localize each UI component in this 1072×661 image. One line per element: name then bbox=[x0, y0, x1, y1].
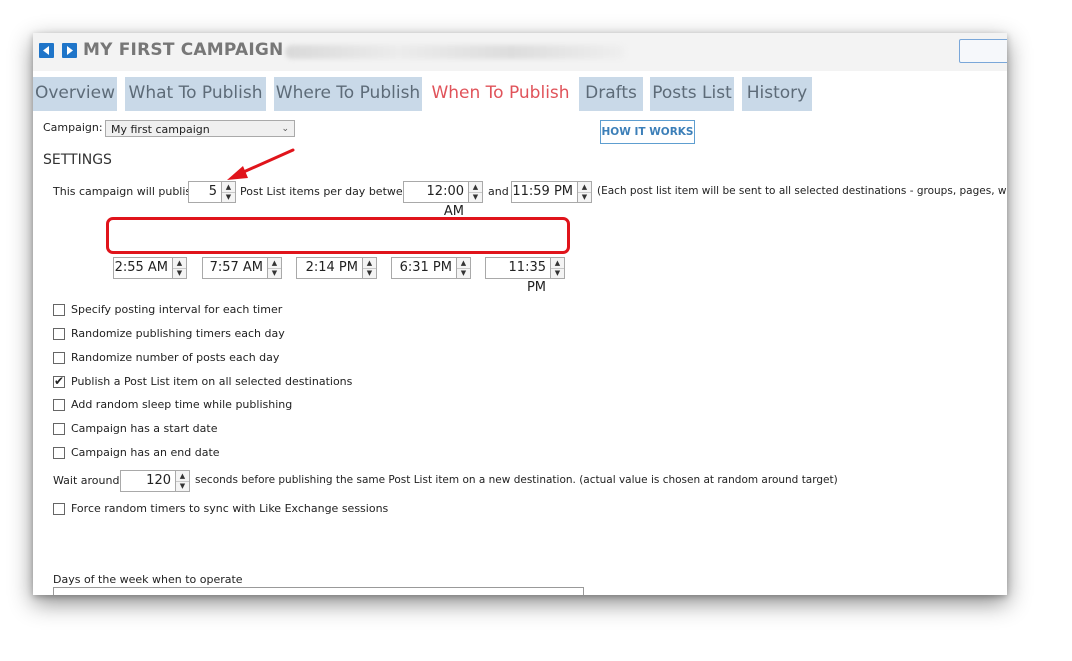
checkmark-icon: ✔ bbox=[54, 374, 65, 388]
posts-per-day-spinner[interactable]: 5 ▲ ▼ bbox=[188, 181, 236, 203]
spin-down-icon[interactable]: ▼ bbox=[469, 192, 482, 202]
checkbox-label: Specify posting interval for each timer bbox=[71, 303, 283, 316]
wait-suffix: seconds before publishing the same Post … bbox=[195, 474, 838, 486]
checkbox-label: Randomize number of posts each day bbox=[71, 351, 280, 364]
checkbox[interactable] bbox=[53, 352, 65, 364]
spinner-arrows: ▲ ▼ bbox=[577, 181, 592, 203]
checkbox-label: Randomize publishing timers each day bbox=[71, 327, 285, 340]
spinner-arrows: ▲ ▼ bbox=[221, 181, 236, 203]
schedule-note: (Each post list item will be sent to all… bbox=[597, 185, 1007, 197]
checkbox-label: Publish a Post List item on all selected… bbox=[71, 375, 353, 388]
timers-highlight-box bbox=[106, 217, 570, 254]
checkbox-checked[interactable]: ✔ bbox=[53, 374, 65, 388]
tab-where-to-publish[interactable]: Where To Publish bbox=[274, 77, 422, 111]
schedule-middle: Post List items per day between bbox=[240, 185, 417, 198]
tab-what-to-publish[interactable]: What To Publish bbox=[125, 77, 266, 111]
timer-spinner[interactable]: 2:14 PM ▲ ▼ bbox=[296, 257, 377, 279]
spin-down-icon[interactable]: ▼ bbox=[578, 192, 591, 202]
checkbox-label: Campaign has a start date bbox=[71, 422, 218, 435]
checkbox[interactable] bbox=[53, 503, 65, 515]
spin-down-icon[interactable]: ▼ bbox=[176, 481, 189, 491]
tab-posts-list[interactable]: Posts List bbox=[650, 77, 734, 111]
timer-value[interactable]: 2:55 AM bbox=[113, 257, 173, 279]
days-title: Days of the week when to operate bbox=[53, 573, 243, 586]
spin-down-icon[interactable]: ▼ bbox=[551, 268, 564, 278]
timer-spinner[interactable]: 7:57 AM ▲ ▼ bbox=[202, 257, 282, 279]
end-time-spinner[interactable]: 11:59 PM ▲ ▼ bbox=[511, 181, 592, 203]
forward-arrow-icon bbox=[67, 46, 73, 55]
schedule-prefix: This campaign will publish bbox=[53, 185, 199, 198]
spin-down-icon[interactable]: ▼ bbox=[363, 268, 376, 278]
spin-down-icon[interactable]: ▼ bbox=[222, 192, 235, 202]
how-it-works-button[interactable]: HOW IT WORKS bbox=[600, 120, 695, 144]
wait-seconds-value[interactable]: 120 bbox=[120, 470, 176, 492]
title-bar: MY FIRST CAMPAIGN bbox=[33, 33, 1007, 71]
checkbox[interactable] bbox=[53, 399, 65, 411]
timer-spinner[interactable]: 6:31 PM ▲ ▼ bbox=[391, 257, 471, 279]
checkbox[interactable] bbox=[53, 304, 65, 316]
checkbox[interactable] bbox=[53, 328, 65, 340]
checkbox-label: Campaign has an end date bbox=[71, 446, 220, 459]
checkbox[interactable] bbox=[53, 447, 65, 459]
wait-prefix: Wait around bbox=[53, 474, 120, 487]
checkbox-label: Force random timers to sync with Like Ex… bbox=[71, 502, 389, 515]
tab-history[interactable]: History bbox=[742, 77, 812, 111]
end-time-value[interactable]: 11:59 PM bbox=[511, 181, 578, 203]
days-group bbox=[53, 587, 584, 595]
settings-heading: SETTINGS bbox=[43, 152, 112, 168]
campaign-select-value: My first campaign bbox=[111, 123, 210, 136]
schedule-and: and bbox=[488, 185, 509, 198]
spin-down-icon[interactable]: ▼ bbox=[268, 268, 281, 278]
back-button[interactable] bbox=[39, 43, 54, 58]
title-bar-input[interactable] bbox=[959, 39, 1007, 63]
timer-spinner[interactable]: 2:55 AM ▲ ▼ bbox=[113, 257, 187, 279]
tab-when-to-publish[interactable]: When To Publish bbox=[430, 77, 571, 111]
start-time-value[interactable]: 12:00 AM bbox=[403, 181, 469, 219]
campaign-label: Campaign: bbox=[43, 121, 103, 134]
chevron-down-icon: ⌄ bbox=[281, 124, 289, 134]
start-time-spinner[interactable]: 12:00 AM ▲ ▼ bbox=[403, 181, 483, 219]
app-window: MY FIRST CAMPAIGN Overview What To Publi… bbox=[33, 33, 1007, 595]
when-to-publish-panel: Campaign: My first campaign ⌄ HOW IT WOR… bbox=[33, 111, 1007, 595]
tab-overview[interactable]: Overview bbox=[33, 77, 117, 111]
tab-bar: Overview What To Publish Where To Publis… bbox=[33, 77, 1007, 111]
checkbox[interactable] bbox=[53, 423, 65, 435]
timer-value[interactable]: 6:31 PM bbox=[391, 257, 457, 279]
spin-down-icon[interactable]: ▼ bbox=[457, 268, 470, 278]
timer-value[interactable]: 11:35 PM bbox=[485, 257, 551, 295]
blurred-subtitle bbox=[285, 45, 625, 59]
tab-drafts[interactable]: Drafts bbox=[579, 77, 643, 111]
timer-spinner[interactable]: 11:35 PM ▲ ▼ bbox=[485, 257, 565, 295]
timer-value[interactable]: 2:14 PM bbox=[296, 257, 363, 279]
spinner-arrows: ▲ ▼ bbox=[468, 181, 483, 203]
wait-seconds-spinner[interactable]: 120 ▲ ▼ bbox=[120, 470, 190, 492]
posts-per-day-value[interactable]: 5 bbox=[188, 181, 222, 203]
campaign-select[interactable]: My first campaign ⌄ bbox=[105, 120, 295, 137]
back-arrow-icon bbox=[43, 46, 49, 55]
checkbox-label: Add random sleep time while publishing bbox=[71, 398, 293, 411]
red-pointer-arrow-icon bbox=[227, 148, 295, 180]
timer-value[interactable]: 7:57 AM bbox=[202, 257, 268, 279]
spin-down-icon[interactable]: ▼ bbox=[173, 268, 186, 278]
forward-button[interactable] bbox=[62, 43, 77, 58]
campaign-title: MY FIRST CAMPAIGN bbox=[83, 40, 284, 60]
